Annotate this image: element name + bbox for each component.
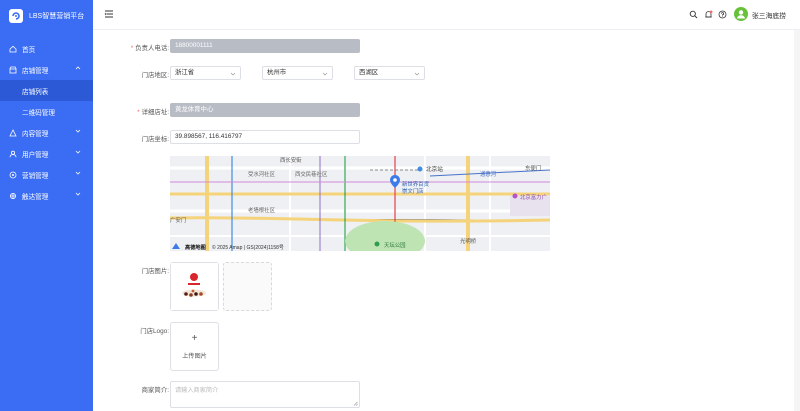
map-label: 天坛公园 xyxy=(384,243,406,249)
logo-label: 门店Logo: xyxy=(140,328,169,335)
intro-textarea[interactable]: 请输入商家简介 xyxy=(170,381,360,408)
sidebar-item-home[interactable]: 首页 xyxy=(0,38,93,59)
map-label: 西交民巷社区 xyxy=(295,172,328,178)
coords-input[interactable]: 39.898567, 116.416797 xyxy=(170,130,360,144)
map-label: 老墙根社区 xyxy=(248,208,275,214)
notification-icon[interactable] xyxy=(704,10,713,19)
map-label: 东便门 xyxy=(525,166,542,172)
map-label: 广安门 xyxy=(170,218,187,224)
content-icon xyxy=(9,128,17,137)
chevron-down-icon xyxy=(75,191,81,199)
home-icon xyxy=(9,45,17,53)
map-label: 受水河社区 xyxy=(248,172,275,178)
user-name[interactable]: 张三海底捞 xyxy=(752,10,786,20)
sidebar-item-label: 店铺管理 xyxy=(22,67,49,75)
chevron-down-icon xyxy=(322,70,328,76)
resize-handle-icon[interactable] xyxy=(353,401,358,406)
photos-label: 门店图片: xyxy=(141,268,169,275)
chevron-down-icon xyxy=(414,70,420,76)
sidebar-item-label: 内容管理 xyxy=(22,130,49,138)
sidebar-item-label: 店铺列表 xyxy=(22,88,49,96)
map-label: 光明桥 xyxy=(460,239,477,245)
help-icon[interactable] xyxy=(718,10,727,19)
plus-icon: + xyxy=(191,333,198,344)
top-header: 张三海底捞 xyxy=(93,0,800,30)
region-label: 门店地区: xyxy=(141,72,169,79)
reach-icon xyxy=(9,192,17,200)
chevron-down-icon xyxy=(75,170,81,178)
avatar[interactable] xyxy=(734,7,748,21)
app-title: LBS智慧营销平台 xyxy=(29,13,85,20)
add-photo-slot[interactable] xyxy=(223,262,272,311)
search-icon[interactable] xyxy=(689,10,698,19)
phone-label: * 负责人电话: xyxy=(130,45,169,52)
district-select[interactable]: 西湖区 xyxy=(354,66,425,80)
chevron-down-icon xyxy=(75,149,81,157)
province-select[interactable]: 浙江省 xyxy=(170,66,241,80)
map-store-label: 新世界百货 崇文门店 xyxy=(402,182,429,195)
menu-toggle-icon[interactable] xyxy=(104,9,114,19)
map-brand: 高德地图 xyxy=(185,245,206,251)
map-label: 北京富力广 xyxy=(520,195,547,201)
sidebar-item-shop-management[interactable]: 店铺管理 xyxy=(0,59,93,80)
sidebar-item-shop-list[interactable]: 店铺列表 xyxy=(0,80,93,101)
app-logo[interactable]: LBS智慧营销平台 xyxy=(0,0,93,32)
upload-label: 上传图片 xyxy=(182,353,207,360)
sidebar-item-content[interactable]: 内容管理 xyxy=(0,122,93,143)
store-photo-thumbnail[interactable] xyxy=(170,262,219,311)
sidebar: LBS智慧营销平台 首页 店铺管理 店铺列表 二维码管理 内容管理 用户管理 营… xyxy=(0,0,93,411)
sidebar-item-marketing[interactable]: 营销管理 xyxy=(0,164,93,185)
coords-label: 门店坐标: xyxy=(141,136,169,143)
app-root: LBS智慧营销平台 首页 店铺管理 店铺列表 二维码管理 内容管理 用户管理 营… xyxy=(0,0,800,411)
sidebar-item-label: 用户管理 xyxy=(22,151,49,159)
sidebar-item-label: 营销管理 xyxy=(22,172,49,180)
user-icon xyxy=(9,150,17,158)
city-select[interactable]: 杭州市 xyxy=(262,66,333,80)
sidebar-item-label: 二维码管理 xyxy=(22,109,55,117)
phone-input[interactable]: 18800001111 xyxy=(170,39,360,53)
logo-upload-button[interactable]: + 上传图片 xyxy=(170,322,219,371)
store-form: * 负责人电话: 18800001111 门店地区: 浙江省 杭州市 西湖区 * 详… xyxy=(93,30,800,411)
logo-icon xyxy=(9,9,23,23)
chevron-down-icon xyxy=(75,128,81,136)
map-label: 北京站 xyxy=(426,167,443,173)
sidebar-item-reach[interactable]: 触达管理 xyxy=(0,185,93,206)
page-scrollbar[interactable] xyxy=(794,30,800,411)
sidebar-item-users[interactable]: 用户管理 xyxy=(0,143,93,164)
map-copyright: © 2025 Amap | GS(2024)1158号 xyxy=(212,245,284,251)
location-map[interactable]: 西长安街 受水河社区 西交民巷社区 老墙根社区 北京站 通惠河 东便门 新世界百… xyxy=(170,156,550,251)
intro-placeholder: 请输入商家简介 xyxy=(175,387,219,394)
map-label: 西长安街 xyxy=(280,158,302,164)
marketing-icon xyxy=(9,171,17,179)
sidebar-item-qrcode[interactable]: 二维码管理 xyxy=(0,101,93,122)
sidebar-item-label: 首页 xyxy=(22,46,36,54)
shop-icon xyxy=(9,66,17,74)
required-mark: * xyxy=(137,109,140,116)
required-mark: * xyxy=(130,45,134,52)
intro-label: 商家简介: xyxy=(141,387,169,394)
map-label: 通惠河 xyxy=(480,172,497,178)
address-label: * 详细店址: xyxy=(137,109,169,116)
address-input[interactable]: 黄龙体育中心 xyxy=(170,103,360,117)
store-photo-image xyxy=(171,263,218,310)
chevron-down-icon xyxy=(230,70,236,76)
sidebar-item-label: 触达管理 xyxy=(22,193,49,201)
chevron-up-icon xyxy=(75,65,81,73)
